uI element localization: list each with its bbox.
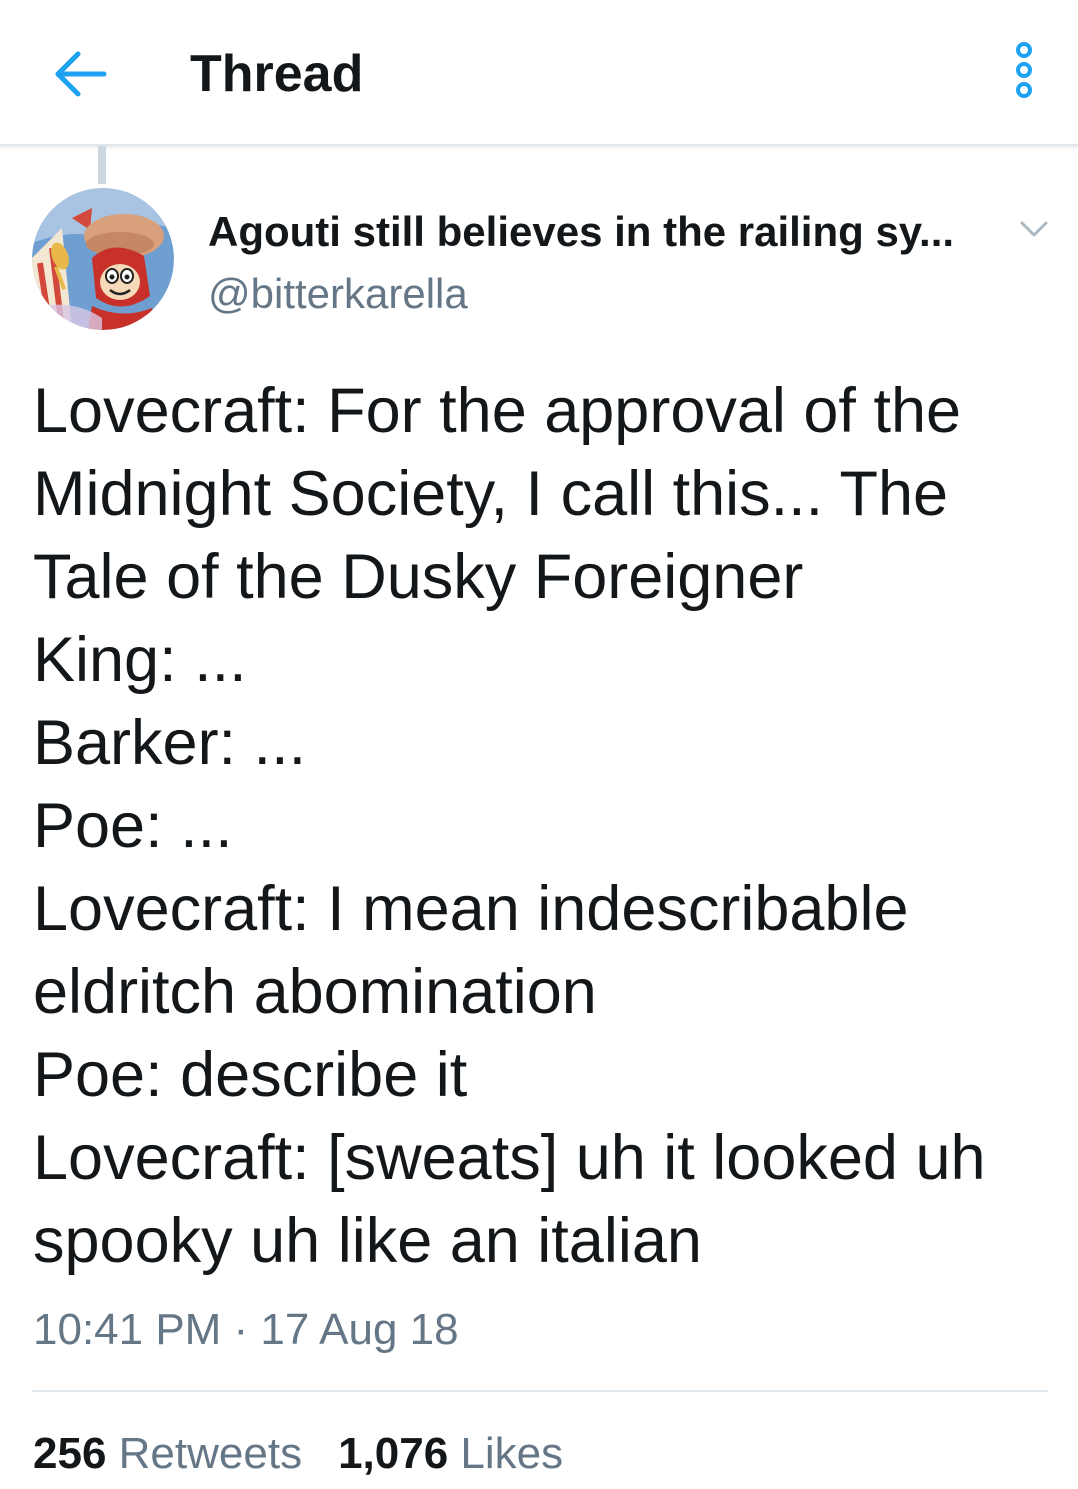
chevron-down-icon <box>1020 221 1048 237</box>
user-handle[interactable]: @bitterkarella <box>208 268 468 320</box>
more-vertical-icon <box>1016 42 1032 98</box>
tweet-text-line: Poe: describe it <box>33 1040 468 1110</box>
tweet-text-line: spooky uh like an italian <box>33 1206 702 1276</box>
likes-stat[interactable]: 1,076 Likes <box>338 1429 563 1478</box>
tweet-text-line: Barker: ... <box>33 708 307 778</box>
divider <box>32 1390 1048 1392</box>
retweets-stat[interactable]: 256 Retweets <box>33 1429 302 1478</box>
tweet-text-line: Lovecraft: I mean indescribable <box>33 874 909 944</box>
top-app-bar: Thread <box>0 0 1078 146</box>
tweet-text-line: Tale of the Dusky Foreigner <box>33 542 804 612</box>
tweet-text-line: King: ... <box>33 625 247 695</box>
likes-count: 1,076 <box>338 1429 449 1478</box>
page-title: Thread <box>190 45 364 103</box>
retweets-label: Retweets <box>118 1429 303 1478</box>
likes-label: Likes <box>460 1429 564 1478</box>
display-name[interactable]: Agouti still believes in the railing sy.… <box>208 206 954 258</box>
retweets-count: 256 <box>33 1429 107 1478</box>
avatar-cartoon-image <box>32 188 174 330</box>
tweet-text: Lovecraft: For the approval of the Midni… <box>33 370 1053 1283</box>
tweet-text-line: Poe: ... <box>33 791 233 861</box>
tweet-text-line: Lovecraft: [sweats] uh it looked uh <box>33 1123 986 1193</box>
more-options-button[interactable] <box>1004 36 1044 106</box>
tweet-timestamp[interactable]: 10:41 PM · 17 Aug 18 <box>33 1302 459 1358</box>
tweet-stats: 256 Retweets 1,076 Likes <box>33 1426 563 1482</box>
avatar[interactable] <box>32 188 174 330</box>
tweet-text-line: Midnight Society, I call this... The <box>33 459 949 529</box>
back-button[interactable] <box>48 42 112 106</box>
arrow-left-icon <box>55 51 107 97</box>
thread-connector-line <box>98 146 106 184</box>
tweet-text-line: eldritch abomination <box>33 957 597 1027</box>
tweet-text-line: Lovecraft: For the approval of the <box>33 376 962 446</box>
tweet-options-button[interactable] <box>1016 214 1052 244</box>
